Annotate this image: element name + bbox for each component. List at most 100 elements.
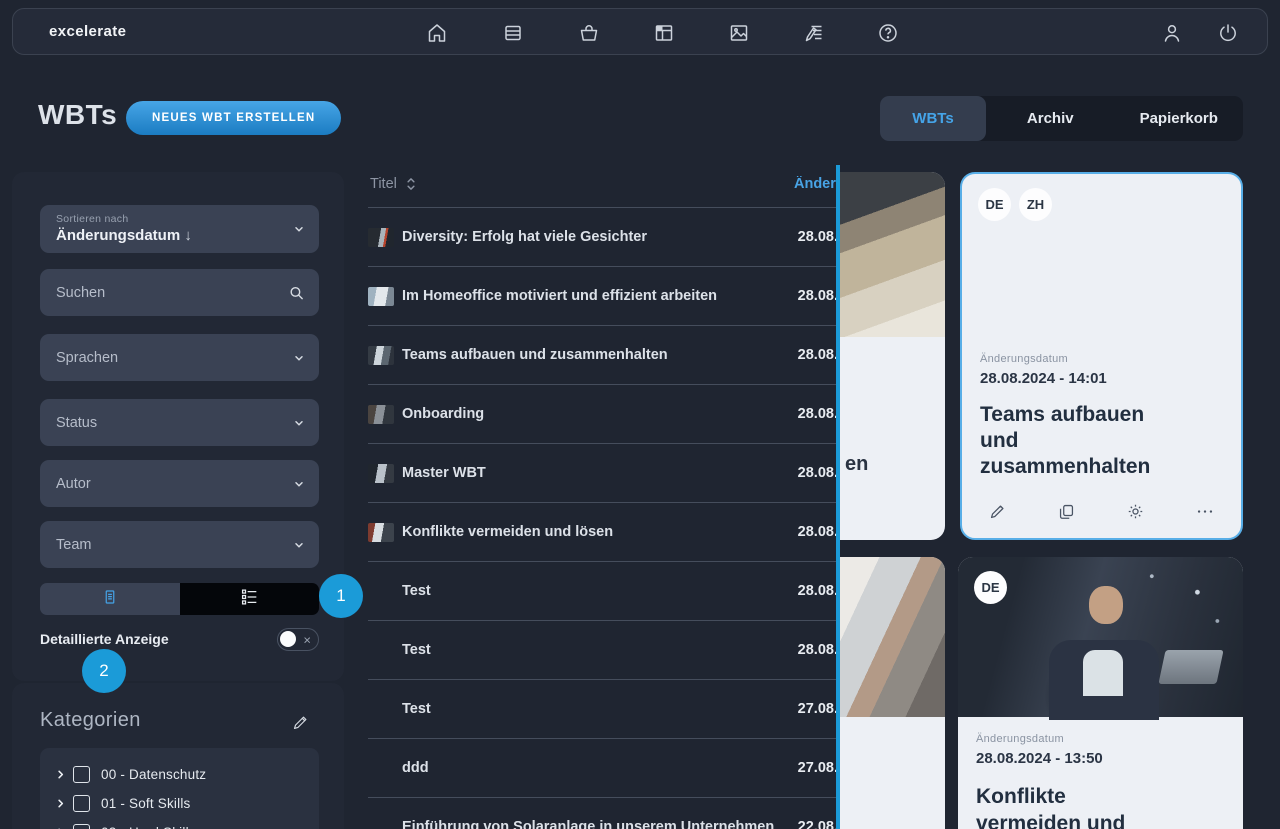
card-title: Konflikte vermeiden und	[976, 783, 1151, 829]
card-actions	[962, 496, 1241, 526]
tab-archiv[interactable]: Archiv	[986, 96, 1115, 141]
expand-chevron-icon[interactable]	[55, 798, 73, 809]
category-item-datenschutz[interactable]: 00 - Datenschutz	[40, 760, 319, 789]
card-view-toggle[interactable]	[40, 583, 180, 615]
row-thumbnail	[368, 346, 394, 365]
list-row[interactable]: ddd 27.08.	[368, 739, 838, 798]
annotation-badge-1: 1	[319, 574, 363, 618]
list-row[interactable]: Test 28.08.	[368, 562, 838, 621]
chevron-down-icon	[293, 223, 305, 235]
wbt-card-teams[interactable]: DE ZH Änderungsdatum 28.08.2024 - 14:01 …	[960, 172, 1243, 540]
list-row[interactable]: Diversity: Erfolg hat viele Gesichter 28…	[368, 208, 838, 267]
search-icon	[288, 284, 305, 301]
category-checkbox[interactable]	[73, 766, 90, 783]
categories-panel: Kategorien 00 - Datenschutz 01 - Soft Sk…	[12, 683, 344, 829]
detailed-view-label: Detaillierte Anzeige	[40, 631, 169, 647]
user-profile-icon[interactable]	[1160, 21, 1184, 45]
language-badge-de: DE	[974, 571, 1007, 604]
filter-autor-dropdown[interactable]: Autor	[40, 460, 319, 507]
card-image	[840, 172, 945, 337]
category-checkbox[interactable]	[73, 795, 90, 812]
settings-gear-icon[interactable]	[1126, 502, 1145, 521]
logout-power-icon[interactable]	[1216, 21, 1240, 45]
view-tabs: WBTs Archiv Papierkorb	[880, 96, 1243, 141]
chevron-down-icon	[293, 352, 305, 364]
media-image-icon[interactable]	[727, 21, 751, 45]
filter-sidebar: Sortieren nach Änderungsdatum ↓ Suchen S…	[12, 172, 344, 681]
sort-dropdown[interactable]: Sortieren nach Änderungsdatum ↓	[40, 205, 319, 253]
sort-toggle-icon[interactable]	[404, 176, 418, 192]
card-title-fragment: en	[845, 453, 945, 476]
partial-card-bottom[interactable]	[840, 557, 945, 829]
language-badge-de: DE	[978, 188, 1011, 221]
row-thumbnail	[368, 405, 394, 424]
help-icon[interactable]	[876, 21, 900, 45]
category-item-hard-skills[interactable]: 02 - Hard Skills	[40, 818, 319, 829]
card-image: DE	[958, 557, 1243, 717]
list-header: Titel Änderu	[368, 165, 838, 208]
app-screen: excelerate WBTs NEUES WBT ERSTELLEN	[0, 0, 1280, 829]
tab-papierkorb[interactable]: Papierkorb	[1115, 96, 1244, 141]
app-logo: excelerate	[49, 23, 126, 40]
sort-label: Sortieren nach	[56, 213, 129, 225]
partial-card-top[interactable]: en	[840, 172, 945, 540]
more-options-ellipsis-icon[interactable]	[1195, 502, 1215, 521]
search-input[interactable]: Suchen	[40, 269, 319, 316]
edit-categories-pencil-icon[interactable]	[291, 713, 310, 737]
wbt-card-konflikte[interactable]: DE Änderungsdatum 28.08.2024 - 13:50 Kon…	[958, 557, 1243, 829]
column-date-header[interactable]: Änderu	[794, 176, 838, 192]
top-navigation-bar: excelerate	[12, 8, 1268, 55]
list-row[interactable]: Konflikte vermeiden und lösen 28.08.	[368, 503, 838, 562]
card-date-label: Änderungsdatum	[976, 733, 1225, 745]
chevron-down-icon	[293, 417, 305, 429]
row-thumbnail	[368, 464, 394, 483]
list-row[interactable]: Test 27.08.	[368, 680, 838, 739]
row-thumbnail	[368, 523, 394, 542]
card-date-label: Änderungsdatum	[980, 353, 1223, 365]
toggle-knob	[280, 631, 296, 647]
create-wbt-button[interactable]: NEUES WBT ERSTELLEN	[126, 101, 341, 135]
card-image: DE ZH	[962, 174, 1241, 337]
shop-basket-icon[interactable]	[577, 21, 601, 45]
list-view-toggle[interactable]	[180, 583, 320, 615]
list-row[interactable]: Test 28.08.	[368, 621, 838, 680]
modules-box-icon[interactable]	[501, 21, 525, 45]
list-row[interactable]: Teams aufbauen und zusammenhalten 28.08.	[368, 326, 838, 385]
language-badge-zh: ZH	[1019, 188, 1052, 221]
edit-pencil-icon[interactable]	[988, 502, 1007, 521]
column-title-header[interactable]: Titel	[370, 176, 397, 192]
list-row[interactable]: Einführung von Solaranlage in unserem Un…	[368, 798, 838, 829]
layout-template-icon[interactable]	[652, 21, 676, 45]
row-thumbnail	[368, 287, 394, 306]
detailed-view-toggle[interactable]: ×	[277, 628, 319, 651]
card-date: 28.08.2024 - 14:01	[980, 370, 1223, 387]
row-thumbnail	[368, 228, 394, 247]
expand-chevron-icon[interactable]	[55, 769, 73, 780]
categories-title: Kategorien	[40, 709, 141, 732]
view-mode-switch	[40, 583, 319, 615]
card-image	[840, 557, 945, 717]
category-checkbox[interactable]	[73, 824, 90, 829]
duplicate-copy-icon[interactable]	[1057, 502, 1076, 521]
categories-tree: 00 - Datenschutz 01 - Soft Skills 02 - H…	[40, 748, 319, 829]
list-view-icon	[238, 586, 260, 613]
filter-status-dropdown[interactable]: Status	[40, 399, 319, 446]
list-row[interactable]: Im Homeoffice motiviert und effizient ar…	[368, 267, 838, 326]
list-row[interactable]: Master WBT 28.08.	[368, 444, 838, 503]
search-placeholder: Suchen	[56, 285, 105, 301]
wbt-list: Titel Änderu Diversity: Erfolg hat viele…	[368, 165, 838, 829]
home-icon[interactable]	[425, 21, 449, 45]
card-title: Teams aufbauen und zusammenhalten	[980, 402, 1180, 480]
chevron-down-icon	[293, 539, 305, 551]
filter-team-dropdown[interactable]: Team	[40, 521, 319, 568]
annotation-badge-2: 2	[82, 649, 126, 693]
filter-sprachen-dropdown[interactable]: Sprachen	[40, 334, 319, 381]
notes-edit-icon[interactable]	[802, 21, 826, 45]
sort-value: Änderungsdatum	[56, 227, 180, 244]
split-divider	[836, 165, 840, 829]
category-item-soft-skills[interactable]: 01 - Soft Skills	[40, 789, 319, 818]
tab-wbts[interactable]: WBTs	[880, 96, 986, 141]
toggle-off-x-icon: ×	[303, 633, 311, 646]
sort-direction-arrow: ↓	[184, 227, 192, 244]
list-row[interactable]: Onboarding 28.08.	[368, 385, 838, 444]
